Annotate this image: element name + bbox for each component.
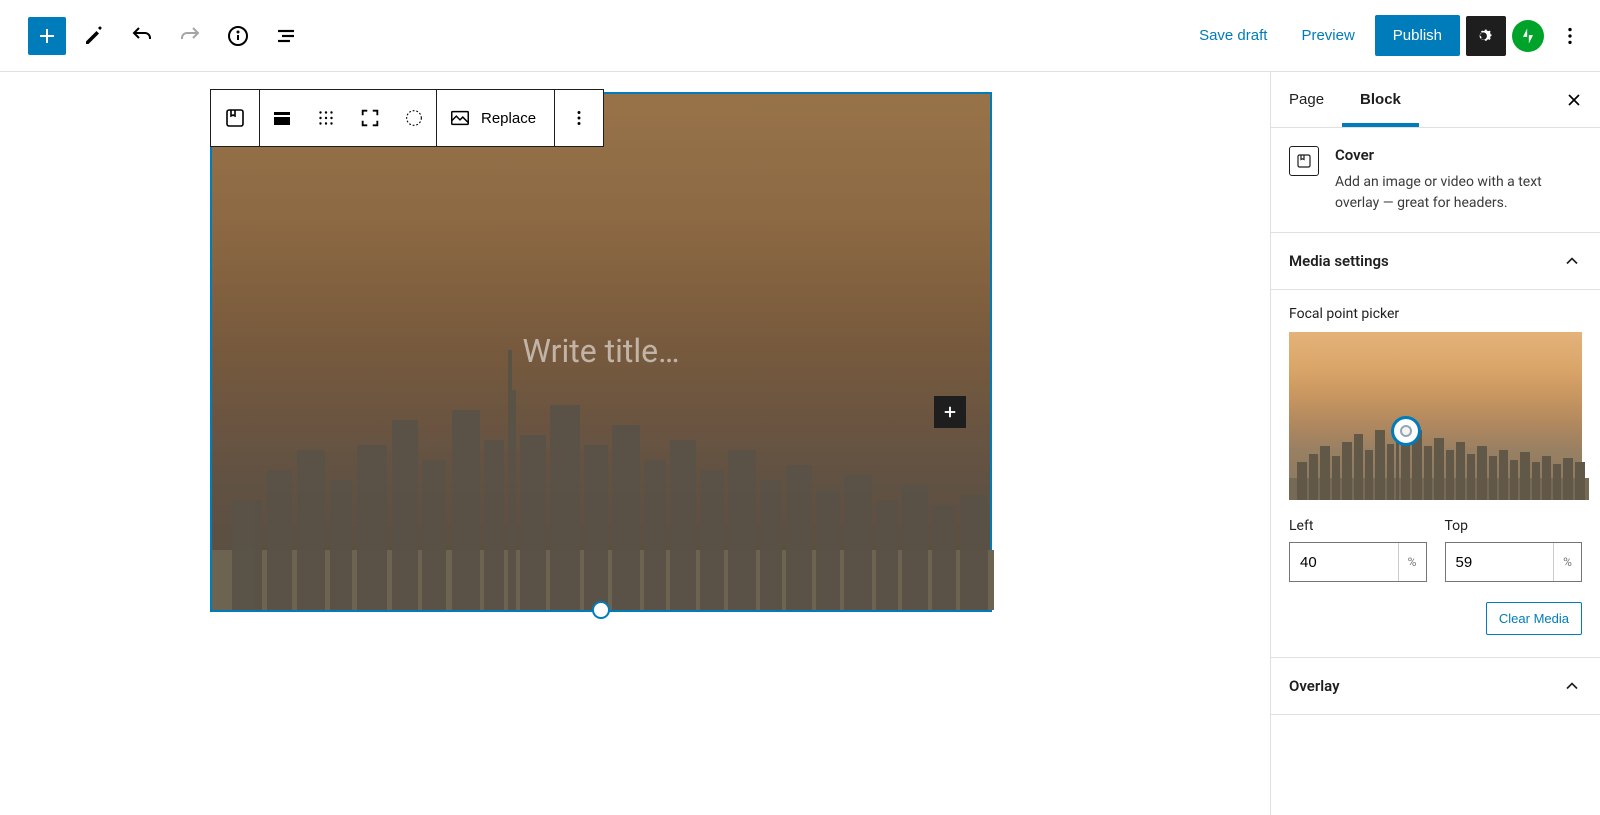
focal-top-label: Top (1445, 518, 1583, 534)
panel-title: Overlay (1289, 677, 1340, 695)
editor-top-bar: Save draft Preview Publish (0, 0, 1600, 72)
add-inner-block-button[interactable] (934, 396, 966, 428)
top-toolbar-left (28, 16, 306, 56)
chevron-up-icon (1562, 251, 1582, 271)
replace-label: Replace (481, 110, 536, 127)
focal-point-handle[interactable] (1391, 416, 1421, 446)
more-vertical-icon (1559, 25, 1581, 47)
save-draft-button[interactable]: Save draft (1185, 17, 1281, 54)
focal-top-input[interactable] (1446, 543, 1554, 581)
focal-left-label: Left (1289, 518, 1427, 534)
fullscreen-icon (359, 107, 381, 129)
panel-title: Media settings (1289, 252, 1389, 270)
block-type-button[interactable] (211, 90, 259, 146)
add-block-button[interactable] (28, 17, 66, 55)
info-button[interactable] (218, 16, 258, 56)
sidebar-tabs: Page Block (1271, 72, 1600, 128)
jetpack-icon (1518, 26, 1538, 46)
clear-media-button[interactable]: Clear Media (1486, 602, 1582, 635)
align-icon (270, 106, 294, 130)
cover-block[interactable]: Write title… (210, 92, 992, 612)
focal-left-input[interactable] (1290, 543, 1398, 581)
cover-title-placeholder[interactable]: Write title… (523, 332, 680, 370)
preview-button[interactable]: Preview (1287, 17, 1368, 54)
focal-inputs: Left % Top % (1289, 518, 1582, 582)
content-position-button[interactable] (304, 90, 348, 146)
cover-block-icon (1289, 146, 1319, 176)
overlay-panel-header[interactable]: Overlay (1271, 658, 1600, 715)
unit-label: % (1398, 543, 1426, 581)
media-settings-panel-body: Focal point picker (1271, 290, 1600, 658)
plus-icon (941, 403, 959, 421)
grid-dots-icon (315, 107, 337, 129)
cover-block-icon (223, 106, 247, 130)
gear-icon (1475, 25, 1497, 47)
replace-media-button[interactable]: Replace (437, 90, 554, 146)
unit-label: % (1553, 543, 1581, 581)
block-info-title: Cover (1335, 146, 1582, 164)
block-toolbar: Replace (210, 89, 604, 147)
chevron-up-icon (1562, 676, 1582, 696)
focal-preview-image (1289, 420, 1589, 500)
more-vertical-icon (568, 107, 590, 129)
block-more-button[interactable] (555, 90, 603, 146)
media-settings-panel-header[interactable]: Media settings (1271, 233, 1600, 290)
image-icon (449, 107, 471, 129)
settings-sidebar: Page Block Cover Add an image or video w… (1270, 72, 1600, 815)
resize-handle[interactable] (592, 601, 610, 619)
outline-button[interactable] (266, 16, 306, 56)
top-toolbar-right: Save draft Preview Publish (1185, 15, 1590, 56)
redo-button[interactable] (170, 16, 210, 56)
jetpack-button[interactable] (1512, 20, 1544, 52)
close-sidebar-button[interactable] (1556, 82, 1592, 118)
settings-toggle-button[interactable] (1466, 16, 1506, 56)
close-icon (1564, 90, 1584, 110)
align-button[interactable] (260, 90, 304, 146)
editor-body: Replace (0, 72, 1600, 815)
cityscape-image (212, 350, 994, 610)
full-height-button[interactable] (348, 90, 392, 146)
more-options-button[interactable] (1550, 16, 1590, 56)
focal-picker-label: Focal point picker (1289, 306, 1582, 322)
duotone-icon (403, 107, 425, 129)
cover-block-wrap: Replace (210, 92, 992, 612)
duotone-button[interactable] (392, 90, 436, 146)
publish-button[interactable]: Publish (1375, 15, 1460, 56)
tab-block[interactable]: Block (1342, 72, 1419, 127)
block-info-section: Cover Add an image or video with a text … (1271, 128, 1600, 233)
tab-page[interactable]: Page (1271, 72, 1342, 127)
edit-mode-button[interactable] (74, 16, 114, 56)
block-info-description: Add an image or video with a text overla… (1335, 172, 1582, 214)
editor-canvas[interactable]: Replace (0, 72, 1270, 815)
focal-point-preview[interactable] (1289, 332, 1582, 500)
undo-button[interactable] (122, 16, 162, 56)
